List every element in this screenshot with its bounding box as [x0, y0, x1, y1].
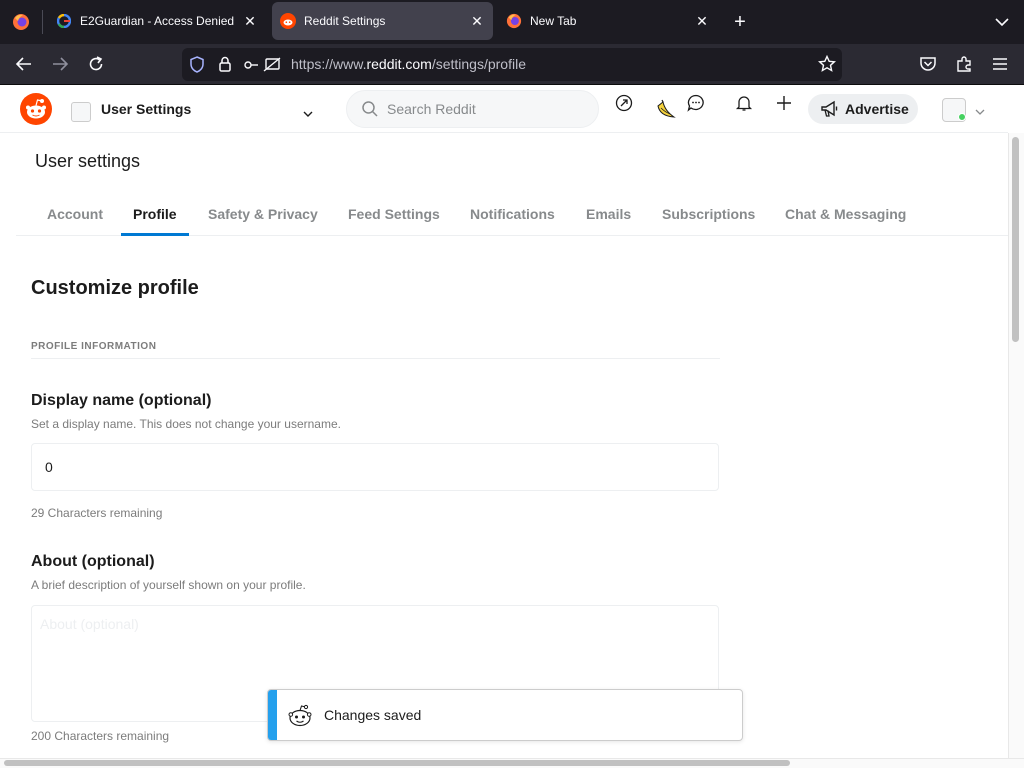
tab-title: Reddit Settings — [304, 14, 386, 28]
firefox-menu-icon[interactable] — [8, 10, 34, 34]
url-prefix: https://www. — [291, 56, 367, 72]
horizontal-scrollbar-thumb[interactable] — [4, 760, 790, 766]
tab-profile[interactable]: Profile — [121, 196, 189, 236]
forward-arrow-icon[interactable] — [48, 52, 72, 76]
url-domain: reddit.com — [366, 56, 432, 72]
tab-e2guardian[interactable]: E2Guardian - Access Denied ✕ — [48, 2, 266, 40]
community-dropdown-label[interactable]: User Settings — [101, 101, 191, 117]
browser-tab-bar: E2Guardian - Access Denied ✕ Reddit Sett… — [0, 0, 1024, 44]
close-tab-icon[interactable]: ✕ — [694, 13, 710, 29]
tab-chat-messaging[interactable]: Chat & Messaging — [785, 196, 906, 235]
display-name-remaining: 29 Characters remaining — [31, 506, 163, 520]
google-icon — [56, 13, 72, 29]
vertical-scrollbar-thumb[interactable] — [1012, 137, 1019, 342]
advertise-button[interactable]: Advertise — [808, 94, 918, 124]
tab-separator — [42, 10, 43, 34]
tab-safety-privacy[interactable]: Safety & Privacy — [208, 196, 318, 235]
tab-subscriptions[interactable]: Subscriptions — [662, 196, 755, 235]
bookmark-star-icon[interactable] — [817, 54, 837, 78]
tab-new-tab[interactable]: New Tab ✕ — [498, 2, 718, 40]
user-settings-icon[interactable] — [71, 102, 91, 122]
page-title: User settings — [35, 151, 141, 171]
notification-bell-icon[interactable] — [733, 92, 755, 114]
display-name-description: Set a display name. This does not change… — [31, 417, 341, 431]
reload-icon[interactable] — [84, 52, 108, 76]
hamburger-menu-icon[interactable] — [988, 52, 1012, 76]
lock-icon[interactable] — [218, 56, 232, 78]
toast-message: Changes saved — [324, 707, 422, 723]
new-tab-plus-icon[interactable]: + — [728, 10, 752, 34]
tab-notifications[interactable]: Notifications — [470, 196, 555, 235]
tab-title: E2Guardian - Access Denied — [80, 14, 235, 28]
create-post-plus-icon[interactable] — [773, 92, 795, 114]
tab-feed-settings[interactable]: Feed Settings — [348, 196, 440, 235]
advertise-label: Advertise — [845, 101, 909, 117]
chevron-down-icon[interactable] — [994, 10, 1014, 34]
tab-title: New Tab — [530, 14, 577, 28]
url-text[interactable]: https://www.reddit.com/settings/profile — [291, 56, 526, 72]
banana-icon[interactable] — [654, 97, 678, 121]
tab-reddit-settings[interactable]: Reddit Settings ✕ — [272, 2, 493, 40]
settings-tabs: Account Profile Safety & Privacy Feed Se… — [16, 196, 1008, 236]
megaphone-icon — [820, 100, 840, 118]
firefox-icon — [506, 13, 522, 29]
popular-arrow-icon[interactable] — [613, 92, 635, 114]
tab-emails[interactable]: Emails — [586, 196, 631, 235]
about-description: A brief description of yourself shown on… — [31, 578, 306, 592]
toast-notification: Changes saved — [267, 689, 743, 741]
section-label: PROFILE INFORMATION — [31, 341, 157, 352]
about-remaining: 200 Characters remaining — [31, 729, 170, 743]
reddit-logo-icon[interactable] — [20, 93, 52, 125]
tab-account[interactable]: Account — [47, 196, 103, 235]
section-title: Customize profile — [31, 277, 199, 299]
toast-accent-bar — [268, 690, 277, 740]
extensions-icon[interactable] — [952, 52, 976, 76]
about-title: About (optional) — [31, 553, 155, 570]
url-path: /settings/profile — [431, 56, 526, 72]
browser-nav-bar: https://www.reddit.com/settings/profile — [0, 44, 1024, 85]
reddit-header: User Settings Advertise — [0, 85, 1008, 133]
url-bar[interactable]: https://www.reddit.com/settings/profile — [182, 48, 842, 81]
close-tab-icon[interactable]: ✕ — [242, 13, 258, 29]
chevron-down-icon[interactable] — [974, 105, 986, 117]
search-input[interactable] — [387, 99, 587, 119]
chevron-down-icon[interactable] — [302, 107, 314, 119]
close-tab-icon[interactable]: ✕ — [469, 13, 485, 29]
reddit-icon — [280, 13, 296, 29]
permissions-icon[interactable] — [244, 57, 282, 78]
display-name-input[interactable] — [31, 443, 719, 491]
display-name-title: Display name (optional) — [31, 392, 212, 409]
section-divider — [31, 358, 720, 359]
snoo-icon — [287, 703, 313, 729]
online-status-dot — [958, 113, 966, 121]
search-icon — [361, 100, 379, 118]
chat-icon[interactable] — [685, 92, 707, 114]
shield-icon[interactable] — [189, 56, 205, 78]
search-bar[interactable] — [346, 90, 599, 128]
back-arrow-icon[interactable] — [12, 52, 36, 76]
pocket-icon[interactable] — [916, 52, 940, 76]
